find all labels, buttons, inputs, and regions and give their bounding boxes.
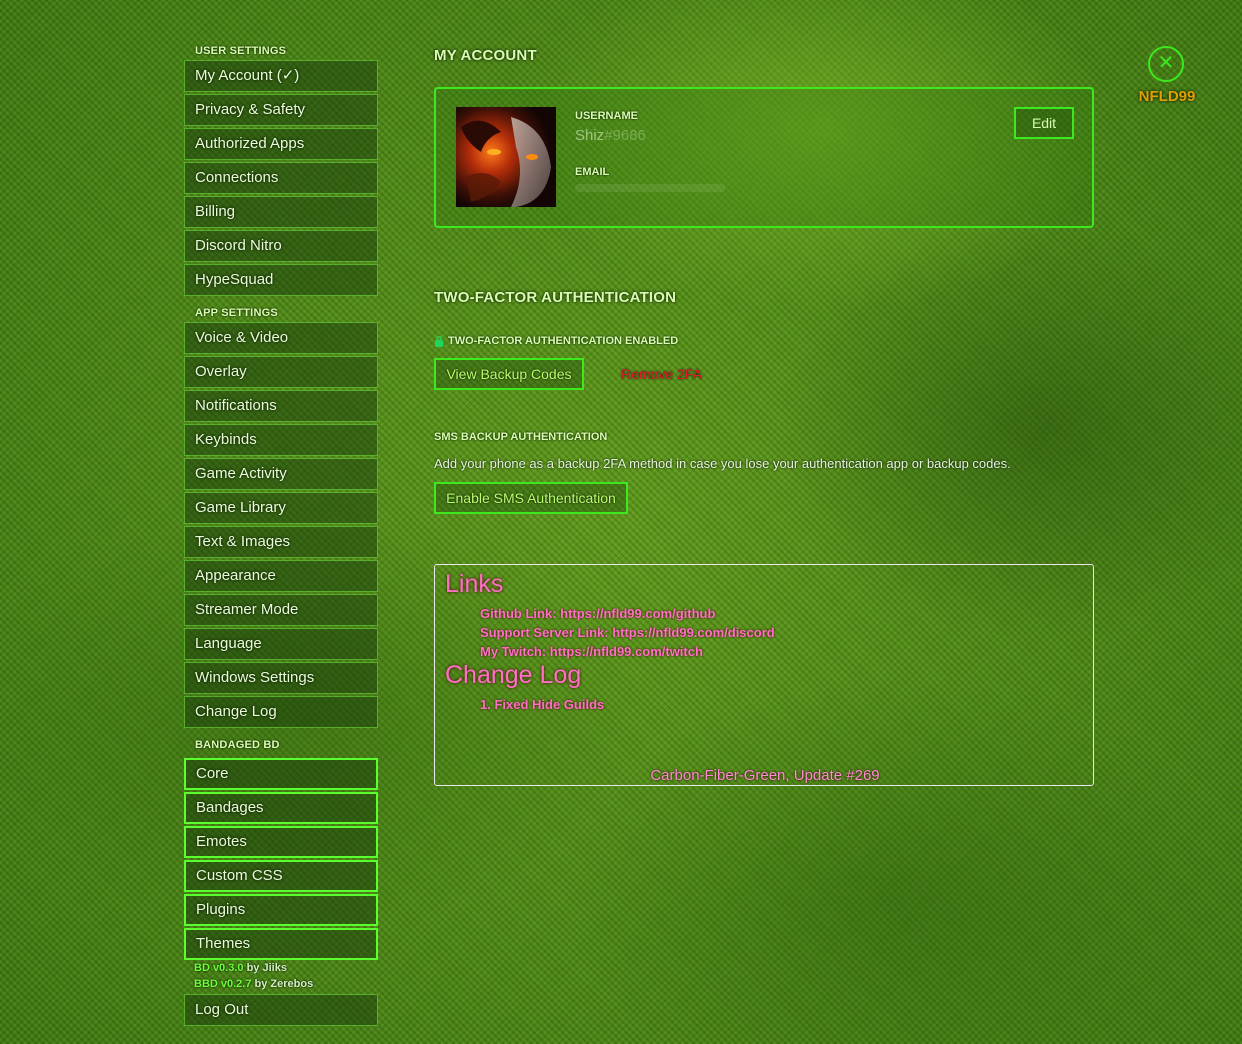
bandaged-bd-header: BANDAGED BD — [195, 739, 280, 751]
sidebar-item-voice-video[interactable]: Voice & Video — [184, 322, 378, 354]
close-icon[interactable]: ✕ — [1148, 46, 1184, 82]
email-label: EMAIL — [575, 166, 610, 178]
username-name: Shiz — [575, 127, 605, 144]
two-factor-heading: TWO-FACTOR AUTHENTICATION — [434, 289, 677, 306]
account-card: USERNAME Shiz#9686 EMAIL Edit — [434, 87, 1094, 228]
remove-2fa-button[interactable]: Remove 2FA — [621, 366, 702, 382]
two-factor-enabled-text: TWO-FACTOR AUTHENTICATION ENABLED — [448, 335, 679, 347]
sms-backup-heading: SMS BACKUP AUTHENTICATION — [434, 431, 608, 443]
bd-version-author: by Jiiks — [243, 962, 287, 974]
sidebar-item-custom-css[interactable]: Custom CSS — [184, 860, 378, 892]
sidebar-item-text-images[interactable]: Text & Images — [184, 526, 378, 558]
sidebar-item-billing[interactable]: Billing — [184, 196, 378, 228]
sidebar-item-emotes[interactable]: Emotes — [184, 826, 378, 858]
sidebar-item-connections[interactable]: Connections — [184, 162, 378, 194]
links-panel: Links Github Link: https://nfld99.com/gi… — [434, 564, 1094, 786]
my-account-heading: MY ACCOUNT — [434, 47, 537, 64]
enable-sms-auth-button[interactable]: Enable SMS Authentication — [434, 482, 628, 514]
bbd-version-text: BBD v0.2.7 by Zerebos — [184, 976, 378, 992]
avatar[interactable] — [456, 107, 556, 207]
sidebar-item-windows-settings[interactable]: Windows Settings — [184, 662, 378, 694]
github-link[interactable]: Github Link: https://nfld99.com/github — [480, 606, 715, 621]
username-label: USERNAME — [575, 110, 638, 122]
settings-sidebar: USER SETTINGS My Account (✓) Privacy & S… — [184, 44, 378, 1026]
sidebar-item-overlay[interactable]: Overlay — [184, 356, 378, 388]
sidebar-item-game-activity[interactable]: Game Activity — [184, 458, 378, 490]
bbd-version-name: BBD v0.2.7 — [194, 978, 252, 990]
bd-version-name: BD v0.3.0 — [194, 962, 244, 974]
sidebar-item-discord-nitro[interactable]: Discord Nitro — [184, 230, 378, 262]
sidebar-item-themes[interactable]: Themes — [184, 928, 378, 960]
sidebar-item-keybinds[interactable]: Keybinds — [184, 424, 378, 456]
bbd-version-author: by Zerebos — [251, 978, 314, 990]
user-settings-header: USER SETTINGS — [195, 45, 287, 57]
lock-icon — [435, 335, 443, 347]
sidebar-item-game-library[interactable]: Game Library — [184, 492, 378, 524]
sidebar-item-notifications[interactable]: Notifications — [184, 390, 378, 422]
username-discriminator: #9686 — [604, 127, 646, 144]
view-backup-codes-button[interactable]: View Backup Codes — [434, 358, 584, 390]
sidebar-item-privacy-safety[interactable]: Privacy & Safety — [184, 94, 378, 126]
bd-version-text: BD v0.3.0 by Jiiks — [184, 960, 378, 976]
sidebar-item-authorized-apps[interactable]: Authorized Apps — [184, 128, 378, 160]
sidebar-item-appearance[interactable]: Appearance — [184, 560, 378, 592]
email-value-redacted — [575, 184, 725, 192]
sidebar-item-my-account[interactable]: My Account (✓) — [184, 60, 378, 92]
sidebar-item-change-log[interactable]: Change Log — [184, 696, 378, 728]
sidebar-item-plugins[interactable]: Plugins — [184, 894, 378, 926]
sidebar-item-log-out[interactable]: Log Out — [184, 994, 378, 1026]
brand-label: NFLD99 — [1138, 88, 1196, 105]
links-title: Links — [445, 570, 504, 598]
theme-version-footer: Carbon-Fiber-Green, Update #269 — [650, 767, 880, 784]
changelog-item: 1. Fixed Hide Guilds — [480, 697, 605, 712]
support-server-link[interactable]: Support Server Link: https://nfld99.com/… — [480, 625, 775, 640]
sidebar-item-core[interactable]: Core — [184, 758, 378, 790]
edit-account-button[interactable]: Edit — [1014, 107, 1074, 139]
twitch-link[interactable]: My Twitch: https://nfld99.com/twitch — [480, 644, 703, 659]
app-settings-header: APP SETTINGS — [195, 307, 278, 319]
changelog-title: Change Log — [445, 661, 582, 689]
sidebar-item-hypesquad[interactable]: HypeSquad — [184, 264, 378, 296]
sms-backup-description: Add your phone as a backup 2FA method in… — [434, 456, 1011, 471]
username-value: Shiz#9686 — [575, 127, 646, 144]
sidebar-item-streamer-mode[interactable]: Streamer Mode — [184, 594, 378, 626]
sidebar-item-bandages[interactable]: Bandages — [184, 792, 378, 824]
sidebar-item-language[interactable]: Language — [184, 628, 378, 660]
